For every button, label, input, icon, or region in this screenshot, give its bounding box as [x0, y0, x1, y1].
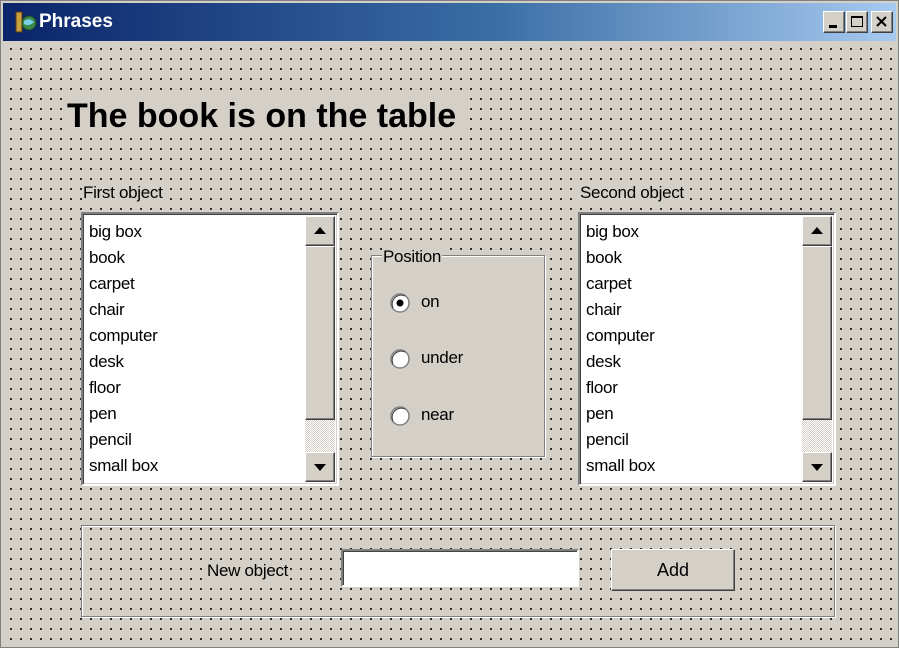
list-item[interactable]: floor — [89, 375, 299, 401]
list-item[interactable]: big box — [586, 219, 796, 245]
scroll-down-button[interactable] — [305, 452, 335, 482]
list-item[interactable]: pencil — [89, 427, 299, 453]
second-object-label: Second object — [580, 183, 688, 203]
list-item[interactable]: computer — [586, 323, 796, 349]
second-object-scrollbar[interactable] — [802, 216, 832, 482]
radio-checked-icon[interactable] — [389, 292, 411, 314]
minimize-button[interactable] — [823, 11, 845, 33]
list-item[interactable]: small box — [586, 453, 796, 479]
list-item[interactable]: desk — [586, 349, 796, 375]
first-object-listbox[interactable]: big box book carpet chair computer desk … — [81, 212, 339, 486]
list-item[interactable]: pencil — [586, 427, 796, 453]
scrollbar-thumb[interactable] — [802, 246, 832, 420]
radio-unchecked-icon[interactable] — [389, 348, 411, 370]
scroll-down-button[interactable] — [802, 452, 832, 482]
list-item[interactable]: desk — [89, 349, 299, 375]
list-item[interactable]: book — [89, 245, 299, 271]
list-item[interactable]: chair — [89, 297, 299, 323]
radio-on[interactable]: on — [389, 290, 529, 316]
arrow-up-icon — [314, 227, 326, 234]
first-object-scrollbar[interactable] — [305, 216, 335, 482]
list-item[interactable]: chair — [586, 297, 796, 323]
window-title: Phrases — [39, 11, 113, 32]
list-item[interactable]: carpet — [89, 271, 299, 297]
scroll-up-button[interactable] — [305, 216, 335, 246]
radio-label: on — [421, 292, 440, 311]
radio-label: near — [421, 405, 454, 424]
first-object-label: First object — [83, 183, 167, 203]
minimize-icon — [829, 25, 837, 28]
new-object-label: New object — [207, 561, 289, 581]
maximize-button[interactable] — [846, 11, 868, 33]
maximize-icon — [851, 16, 863, 27]
radio-label: under — [421, 348, 463, 367]
list-item[interactable]: computer — [89, 323, 299, 349]
phrase-heading: The book is on the table — [63, 94, 463, 138]
add-button[interactable]: Add — [611, 549, 735, 591]
position-group-title: Position — [382, 247, 443, 267]
list-item[interactable]: book — [586, 245, 796, 271]
radio-near[interactable]: near — [389, 403, 529, 429]
phrases-window: Phrases The book is on the table First o… — [0, 0, 899, 648]
radio-under[interactable]: under — [389, 346, 529, 372]
list-item[interactable]: pen — [89, 401, 299, 427]
app-icon[interactable] — [15, 11, 37, 33]
arrow-up-icon — [811, 227, 823, 234]
arrow-down-icon — [811, 464, 823, 471]
radio-unchecked-icon[interactable] — [389, 405, 411, 427]
second-object-listbox[interactable]: big box book carpet chair computer desk … — [578, 212, 836, 486]
list-item[interactable]: pen — [586, 401, 796, 427]
scrollbar-thumb[interactable] — [305, 246, 335, 420]
list-item[interactable]: carpet — [586, 271, 796, 297]
scroll-up-button[interactable] — [802, 216, 832, 246]
close-button[interactable] — [871, 11, 893, 33]
close-icon — [876, 16, 887, 27]
arrow-down-icon — [314, 464, 326, 471]
list-item[interactable]: floor — [586, 375, 796, 401]
title-bar[interactable]: Phrases — [3, 3, 896, 41]
list-item[interactable]: big box — [89, 219, 299, 245]
list-item[interactable]: small box — [89, 453, 299, 479]
new-object-input[interactable] — [341, 549, 579, 587]
